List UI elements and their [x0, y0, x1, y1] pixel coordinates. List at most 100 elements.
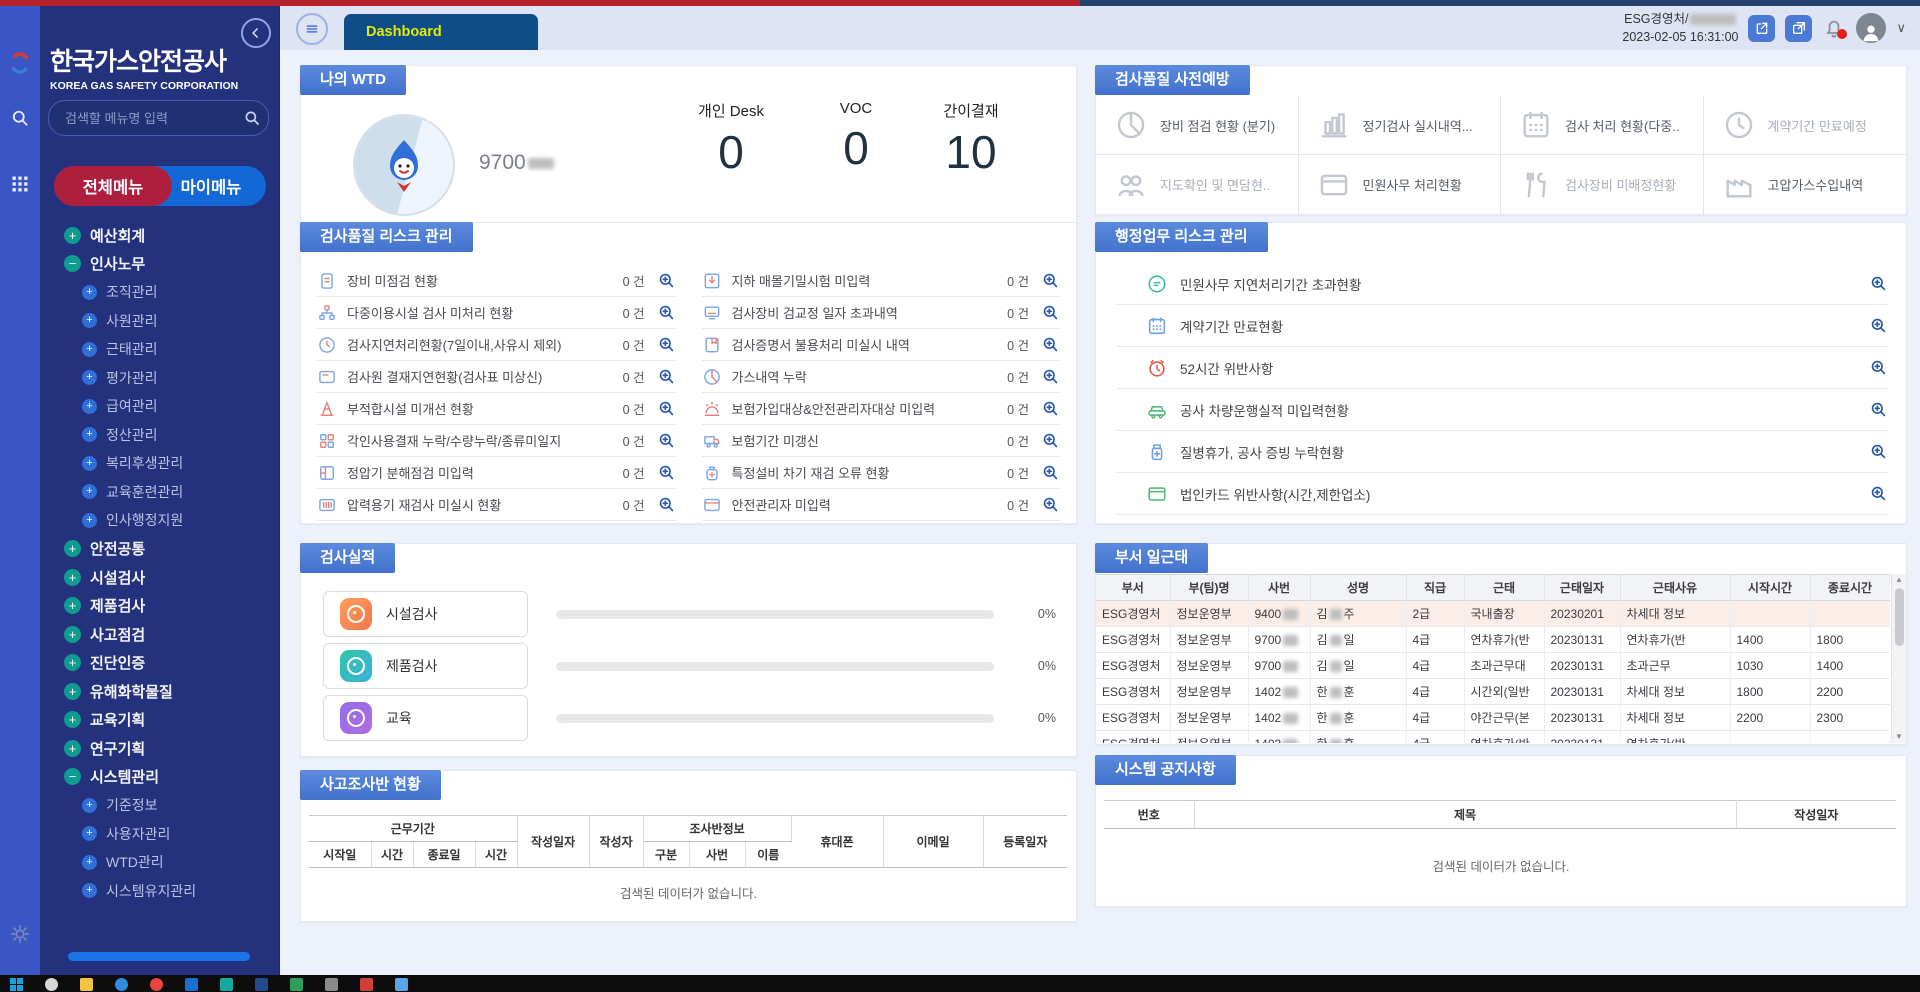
magnifier-zoom-icon[interactable]	[657, 335, 676, 354]
sidebar-item-사용자관리[interactable]: + 사용자관리	[40, 820, 279, 849]
menu-search-input[interactable]	[63, 110, 243, 127]
tab-my-menu[interactable]: 마이메뉴	[156, 166, 266, 206]
prevention-cell-고압가스수입내역[interactable]: 고압가스수입내역	[1704, 155, 1907, 214]
user-avatar[interactable]	[1856, 13, 1886, 43]
tab-dashboard[interactable]: Dashboard	[344, 14, 538, 50]
prevention-cell-지도확인 및 면담현..[interactable]: 지도확인 및 면담현..	[1096, 155, 1299, 214]
sidebar-item-사원관리[interactable]: + 사원관리	[40, 307, 279, 336]
rail-search-icon[interactable]	[0, 108, 40, 128]
expand-icon[interactable]: +	[64, 227, 81, 244]
magnifier-zoom-icon[interactable]	[657, 463, 676, 482]
sidebar-item-인사행정지원[interactable]: + 인사행정지원	[40, 506, 279, 535]
expand-icon[interactable]: +	[82, 370, 97, 385]
magnifier-zoom-icon[interactable]	[657, 271, 676, 290]
sidebar-item-교육훈련관리[interactable]: + 교육훈련관리	[40, 478, 279, 507]
sidebar-item-기준정보[interactable]: + 기준정보	[40, 791, 279, 820]
magnifier-zoom-icon[interactable]	[1041, 303, 1060, 322]
taskbar-folder-icon[interactable]	[80, 978, 93, 991]
collapse-icon[interactable]: −	[64, 255, 81, 272]
dept-attendance-row[interactable]: ESG경영처 정보운영부 9400 김주 2급 국내출장 20230201 차세…	[1096, 601, 1890, 627]
magnifier-zoom-icon[interactable]	[1041, 335, 1060, 354]
scroll-up-icon[interactable]: ▲	[1895, 576, 1903, 584]
magnifier-zoom-icon[interactable]	[1869, 316, 1888, 335]
sidebar-scrollbar[interactable]	[68, 952, 250, 961]
taskbar-search-icon[interactable]	[45, 978, 58, 991]
magnifier-zoom-icon[interactable]	[1041, 399, 1060, 418]
prevention-cell-검사 처리 현황(다중..[interactable]: 검사 처리 현황(다중..	[1501, 96, 1704, 155]
expand-icon[interactable]: +	[64, 654, 81, 671]
prevention-cell-계약기간 만료예정[interactable]: 계약기간 만료예정	[1704, 96, 1907, 155]
expand-icon[interactable]: +	[64, 540, 81, 557]
sidebar-item-제품검사[interactable]: + 제품검사	[40, 592, 279, 621]
performance-card-교육[interactable]: 교육	[323, 695, 528, 741]
taskbar-app-green-icon[interactable]	[290, 978, 303, 991]
expand-icon[interactable]: +	[82, 798, 97, 813]
tab-all-menu[interactable]: 전체메뉴	[54, 166, 172, 206]
magnifier-zoom-icon[interactable]	[1041, 271, 1060, 290]
dept-attendance-row[interactable]: ESG경영처 정보운영부 1402 한훈 4급 야간근무(본 20230131 …	[1096, 705, 1890, 731]
sidebar-item-WTD관리[interactable]: + WTD관리	[40, 848, 279, 877]
expand-icon[interactable]: +	[82, 285, 97, 300]
taskbar-app-lightblue-icon[interactable]	[395, 978, 408, 991]
magnifier-zoom-icon[interactable]	[657, 367, 676, 386]
dept-attendance-row[interactable]: ESG경영처 정보운영부 1402 한훈 4급 시간외(일반 20230131 …	[1096, 679, 1890, 705]
sidebar-item-교육기획[interactable]: + 교육기획	[40, 706, 279, 735]
expand-icon[interactable]: +	[82, 427, 97, 442]
sidebar-item-급여관리[interactable]: + 급여관리	[40, 392, 279, 421]
sidebar-item-시설검사[interactable]: + 시설검사	[40, 563, 279, 592]
magnifier-zoom-icon[interactable]	[657, 431, 676, 450]
magnifier-zoom-icon[interactable]	[657, 495, 676, 514]
expand-icon[interactable]: +	[82, 513, 97, 528]
rail-menu-grid-icon[interactable]	[0, 174, 40, 194]
expand-icon[interactable]: +	[64, 740, 81, 757]
settings-gear-icon[interactable]	[0, 923, 40, 945]
sidebar-item-조직관리[interactable]: + 조직관리	[40, 278, 279, 307]
scroll-down-icon[interactable]: ▼	[1895, 733, 1903, 741]
menu-search-icon[interactable]	[243, 109, 261, 127]
magnifier-zoom-icon[interactable]	[657, 303, 676, 322]
magnifier-zoom-icon[interactable]	[1041, 495, 1060, 514]
expand-icon[interactable]: +	[64, 626, 81, 643]
taskbar-app-navy-icon[interactable]	[255, 978, 268, 991]
taskbar-chrome-icon[interactable]	[150, 978, 163, 991]
prevention-cell-민원사무 처리현황[interactable]: 민원사무 처리현황	[1299, 155, 1502, 214]
user-menu-chevron-down-icon[interactable]: ∨	[1896, 20, 1906, 36]
open-popup-button[interactable]	[1785, 15, 1812, 42]
taskbar-app-gray-icon[interactable]	[325, 978, 338, 991]
dept-attendance-row[interactable]: ESG경영처 정보운영부 1402 한훈 4급 연차휴가(반 20230131 …	[1096, 731, 1890, 744]
sidebar-item-진단인증[interactable]: + 진단인증	[40, 649, 279, 678]
prevention-cell-장비 점검 현황 (분기)[interactable]: 장비 점검 현황 (분기)	[1096, 96, 1299, 155]
sidebar-item-예산회계[interactable]: + 예산회계	[40, 221, 279, 250]
sidebar-item-평가관리[interactable]: + 평가관리	[40, 364, 279, 393]
sidebar-item-시스템유지관리[interactable]: + 시스템유지관리	[40, 877, 279, 906]
hamburger-menu-icon[interactable]	[296, 13, 328, 45]
sidebar-item-유해화학물질[interactable]: + 유해화학물질	[40, 677, 279, 706]
dept-attendance-row[interactable]: ESG경영처 정보운영부 9700 김일 4급 연차휴가(반 20230131 …	[1096, 627, 1890, 653]
magnifier-zoom-icon[interactable]	[657, 399, 676, 418]
magnifier-zoom-icon[interactable]	[1869, 484, 1888, 503]
taskbar-edge-icon[interactable]	[115, 978, 128, 991]
expand-icon[interactable]: +	[82, 484, 97, 499]
magnifier-zoom-icon[interactable]	[1041, 463, 1060, 482]
expand-icon[interactable]: +	[64, 569, 81, 586]
taskbar-app-teal-icon[interactable]	[220, 978, 233, 991]
taskbar-app-red-icon[interactable]	[360, 978, 373, 991]
sidebar-item-안전공통[interactable]: + 안전공통	[40, 535, 279, 564]
magnifier-zoom-icon[interactable]	[1869, 442, 1888, 461]
expand-icon[interactable]: +	[82, 883, 97, 898]
open-window-button[interactable]	[1748, 15, 1775, 42]
performance-card-제품검사[interactable]: 제품검사	[323, 643, 528, 689]
magnifier-zoom-icon[interactable]	[1869, 358, 1888, 377]
expand-icon[interactable]: +	[82, 456, 97, 471]
prevention-cell-정기검사 실시내역...[interactable]: 정기검사 실시내역...	[1299, 96, 1502, 155]
expand-icon[interactable]: +	[64, 597, 81, 614]
magnifier-zoom-icon[interactable]	[1041, 367, 1060, 386]
magnifier-zoom-icon[interactable]	[1869, 400, 1888, 419]
dept-attendance-row[interactable]: ESG경영처 정보운영부 9700 김일 4급 초과근무대 20230131 초…	[1096, 653, 1890, 679]
expand-icon[interactable]: +	[64, 683, 81, 700]
expand-icon[interactable]: +	[82, 342, 97, 357]
expand-icon[interactable]: +	[82, 855, 97, 870]
dept-table-scrollbar[interactable]: ▲ ▼	[1891, 574, 1906, 743]
sidebar-item-연구기획[interactable]: + 연구기획	[40, 734, 279, 763]
sidebar-item-복리후생관리[interactable]: + 복리후생관리	[40, 449, 279, 478]
